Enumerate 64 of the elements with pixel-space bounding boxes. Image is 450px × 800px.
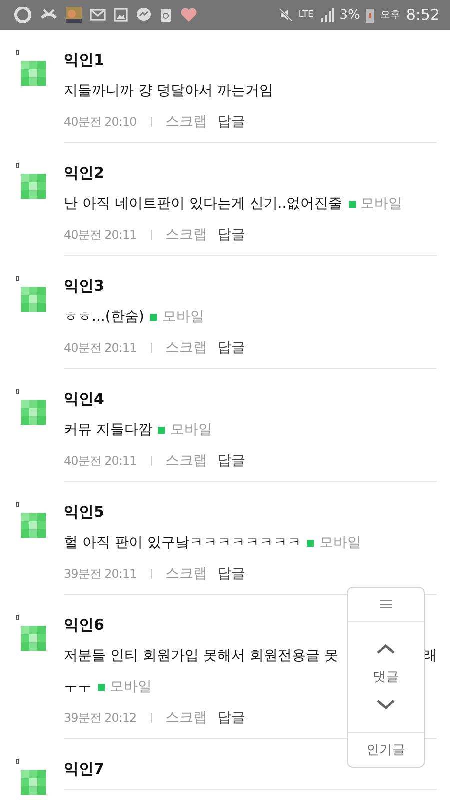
mobile-tag: 모바일 <box>110 677 152 697</box>
badge-icon <box>16 502 19 507</box>
comment-text: 커뮤 지들다깜 <box>64 421 152 440</box>
battery-icon <box>366 8 374 22</box>
avatar-icon <box>21 513 46 538</box>
badge-icon <box>16 276 19 281</box>
avatar-icon <box>21 770 46 795</box>
reply-link[interactable]: 답글 <box>218 565 246 583</box>
down-chevron-icon[interactable] <box>377 700 395 710</box>
comment-time: 39분전 20:11 <box>64 566 137 583</box>
comment-text: ㅜㅜ <box>64 678 92 697</box>
author-name: 익인5 <box>64 502 104 522</box>
avatar-icon <box>21 626 46 651</box>
mobile-tag: 모바일 <box>319 533 362 553</box>
comment-time: 40분전 20:11 <box>64 227 137 244</box>
comment-nav-label[interactable]: 댓글 <box>373 668 399 686</box>
reply-link[interactable]: 답글 <box>218 452 246 470</box>
image-icon <box>114 8 128 22</box>
heart-icon <box>180 7 198 23</box>
badge-icon <box>16 50 19 55</box>
reply-link[interactable]: 답글 <box>218 339 246 357</box>
thumbnail-icon <box>66 7 82 23</box>
author-name: 익인7 <box>64 759 104 779</box>
author-name: 익인4 <box>64 389 104 409</box>
avatar-icon <box>21 400 46 425</box>
mobile-tag: 모바일 <box>360 194 403 214</box>
comment-text: ㅎㅎ...(한숨) <box>64 308 144 327</box>
author-name: 익인2 <box>64 163 104 183</box>
avatar-icon <box>21 61 46 86</box>
author-name: 익인6 <box>64 615 104 635</box>
avatar-icon <box>21 174 46 199</box>
mute-icon <box>278 8 293 22</box>
badge-icon <box>16 389 19 394</box>
popular-posts-button[interactable]: 인기글 <box>366 741 406 759</box>
app-icon <box>14 7 32 23</box>
mobile-tag: 모바일 <box>170 420 212 440</box>
author-name: 익인3 <box>64 276 104 296</box>
badge-icon <box>16 759 19 764</box>
reply-link[interactable]: 답글 <box>218 709 246 727</box>
comment-text: 저분들 인티 회원가입 못해서 회원전용글 못 <box>64 647 338 666</box>
comment-time: 39분전 20:12 <box>64 710 137 727</box>
comment-text: 지들까니까 걍 덩달아서 까는거임 <box>64 82 274 101</box>
comment-text: 난 아직 네이트판이 있다는게 신기..없어진줄 <box>64 195 343 214</box>
badge-icon <box>16 615 19 620</box>
chat-icon <box>136 7 152 23</box>
signal-icon <box>320 8 334 22</box>
author-name: 익인1 <box>64 50 104 70</box>
mail-icon <box>90 9 106 21</box>
up-chevron-icon[interactable] <box>377 644 395 654</box>
missed-call-icon <box>40 8 58 22</box>
ampm-label: 오후 <box>380 9 400 22</box>
badge-icon <box>16 163 19 168</box>
battery-percent: 3% <box>340 8 360 22</box>
comment-time: 40분전 20:11 <box>64 453 137 470</box>
comment-text: 헐 아직 판이 있구낰ㅋㅋㅋㅋㅋㅋㅋㅋ <box>64 534 302 553</box>
comment-time: 40분전 20:10 <box>64 114 137 131</box>
clock-time: 8:52 <box>406 6 440 24</box>
mobile-tag: 모바일 <box>162 307 204 327</box>
reply-link[interactable]: 답글 <box>218 113 246 131</box>
reply-link[interactable]: 답글 <box>218 226 246 244</box>
avatar-icon <box>21 287 46 312</box>
menu-icon[interactable] <box>380 600 392 609</box>
comment-time: 40분전 20:11 <box>64 340 137 357</box>
lte-label: LTE <box>298 10 314 20</box>
